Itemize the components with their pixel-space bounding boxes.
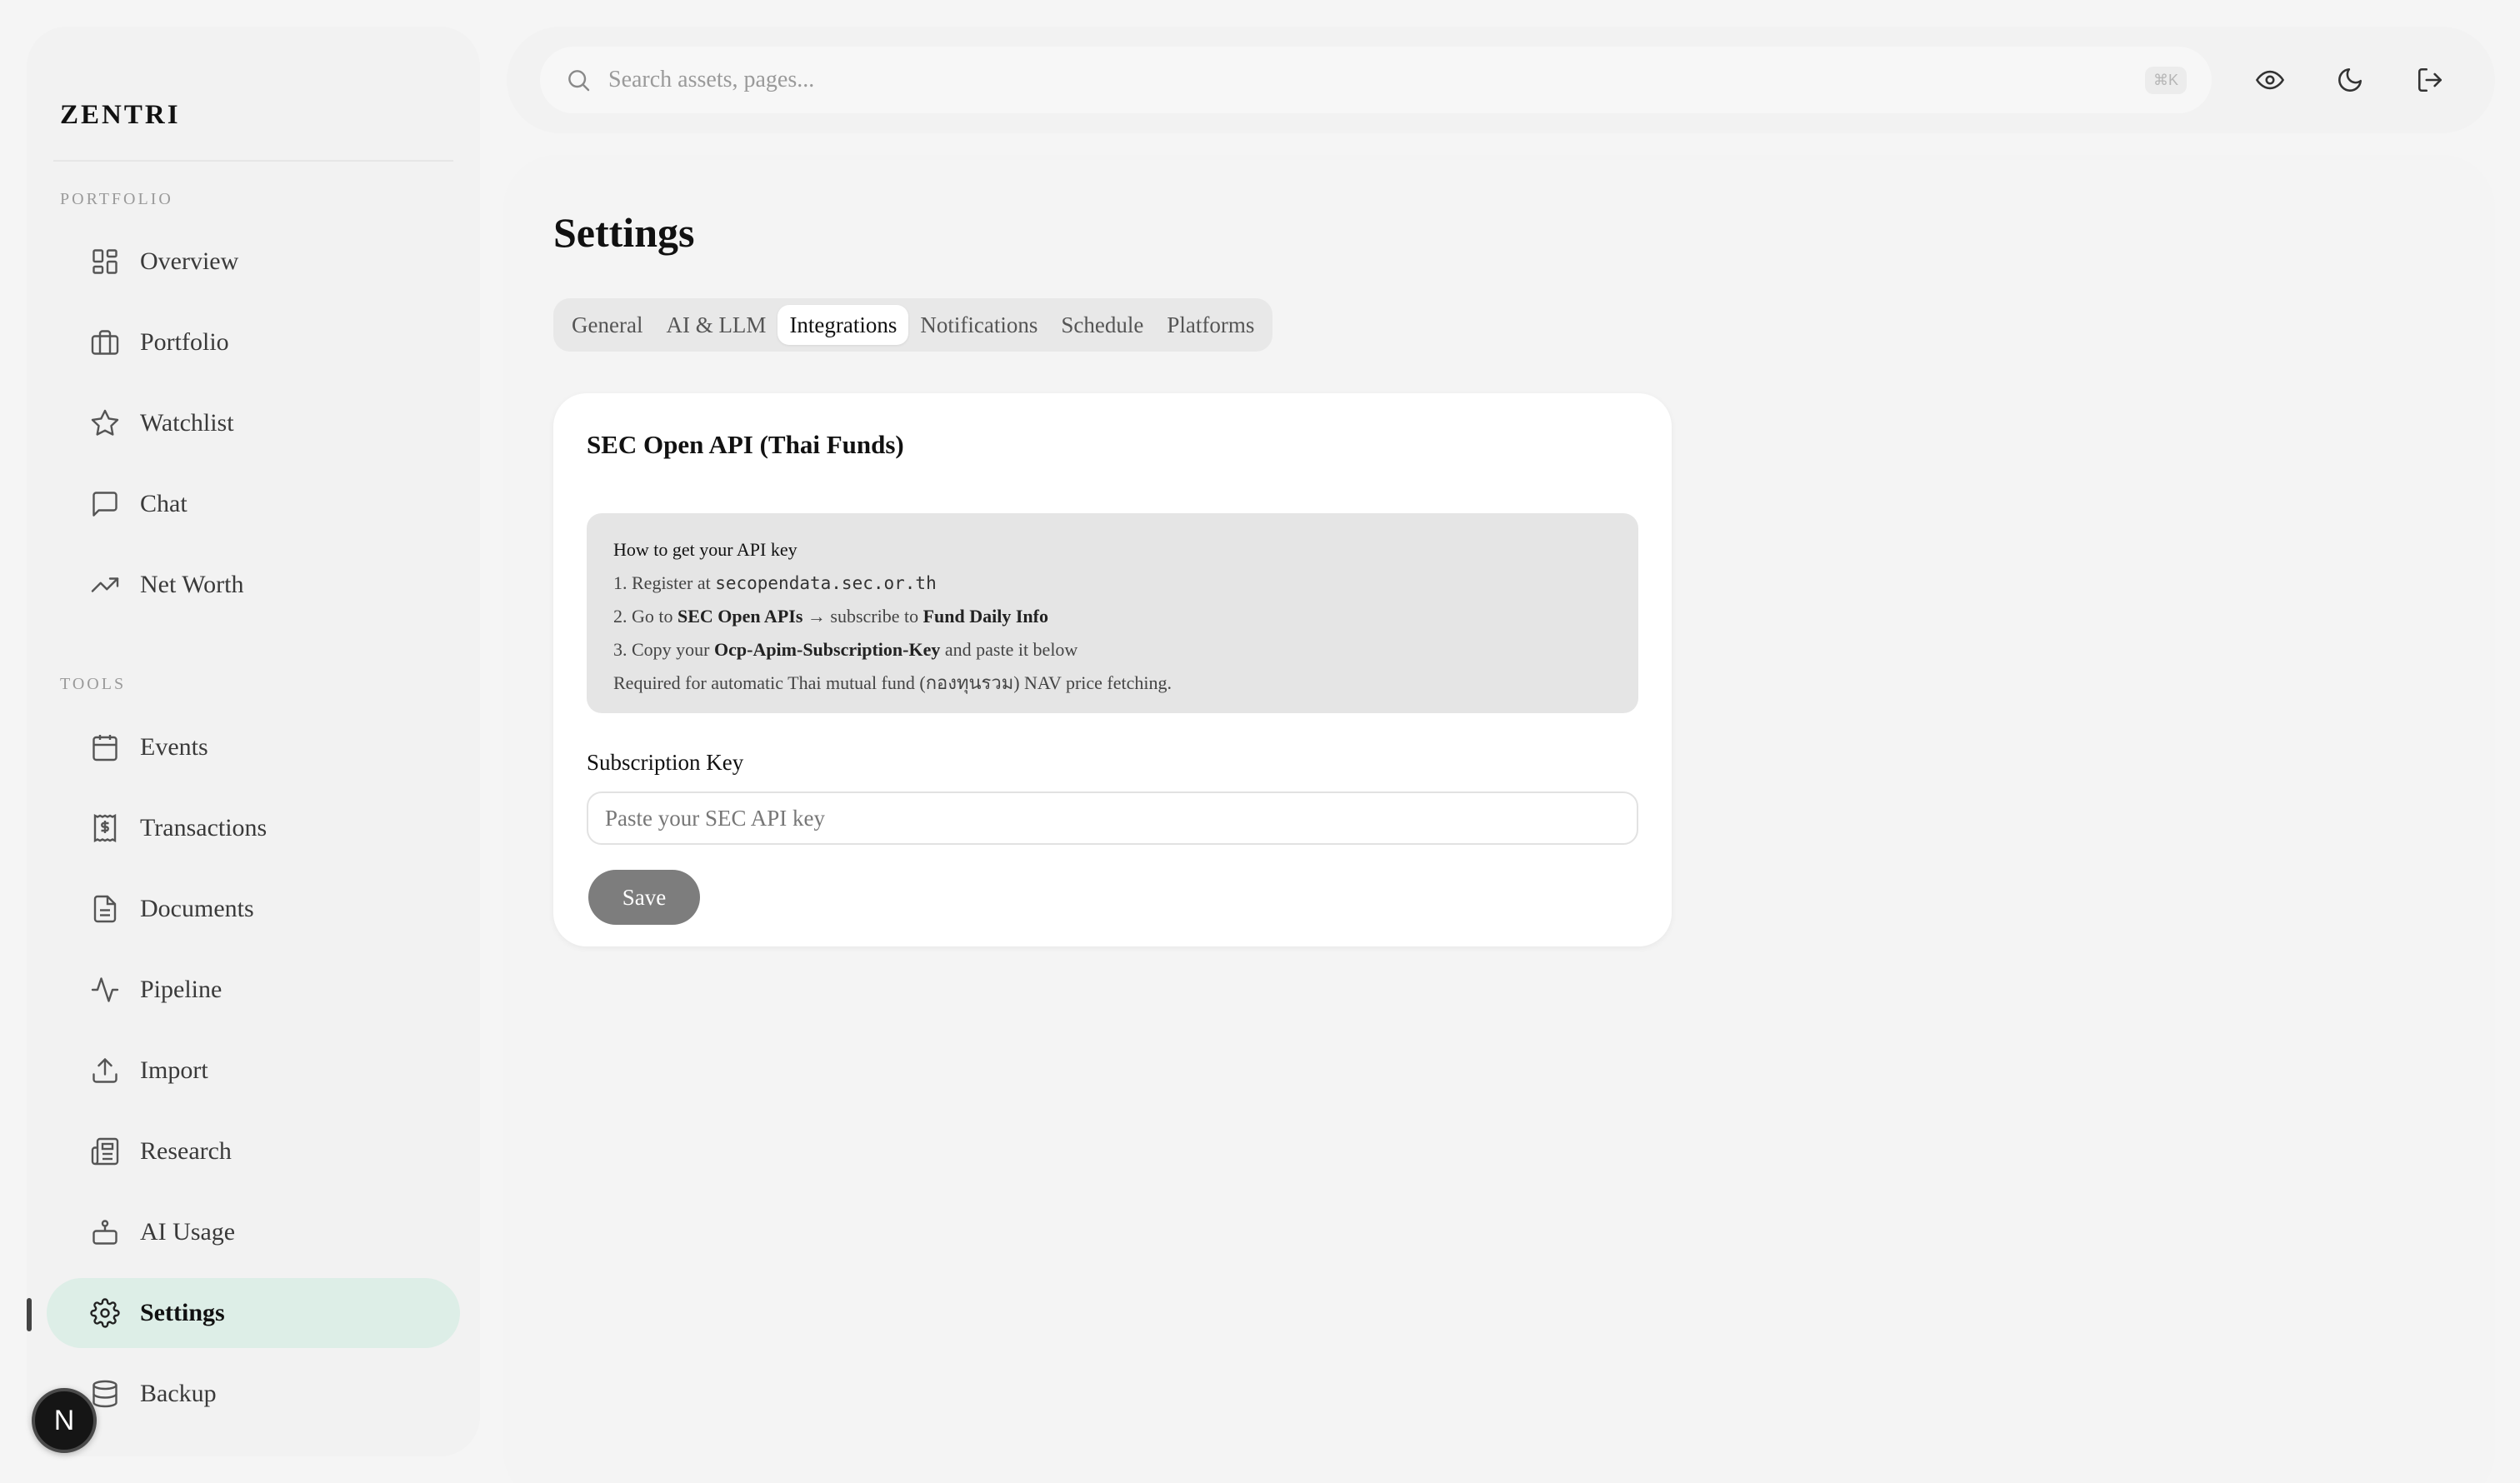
gear-icon <box>90 1298 120 1328</box>
grid-icon <box>92 249 118 274</box>
sidebar-item-label: Documents <box>140 895 254 922</box>
sidebar-item-portfolio[interactable]: Portfolio <box>47 307 460 377</box>
sidebar-divider <box>53 160 453 162</box>
moon-icon <box>2338 67 2362 92</box>
calendar-icon <box>92 735 118 761</box>
subscription-key-input[interactable] <box>587 791 1638 845</box>
search-input[interactable] <box>608 67 2145 93</box>
instructions-heading: How to get your API key <box>613 539 798 560</box>
sidebar-item-documents[interactable]: Documents <box>47 874 460 944</box>
page-title: Settings <box>553 209 695 256</box>
main-panel: Settings General AI & LLM Integrations N… <box>503 155 2495 1483</box>
sidebar-item-backup[interactable]: Backup <box>47 1359 460 1429</box>
toggle-theme-button[interactable] <box>2330 60 2370 100</box>
active-nav-indicator <box>27 1298 32 1331</box>
sidebar-item-label: Import <box>140 1056 208 1084</box>
document-icon <box>93 895 117 923</box>
sidebar-item-overview[interactable]: Overview <box>47 227 460 297</box>
bot-icon <box>92 1220 118 1245</box>
sidebar-item-label: AI Usage <box>140 1218 236 1246</box>
sidebar-item-events[interactable]: Events <box>47 712 460 782</box>
instruction-note: Required for automatic Thai mutual fund … <box>613 672 1172 693</box>
sidebar-item-label: Events <box>140 733 208 761</box>
sidebar-item-settings[interactable]: Settings <box>47 1278 460 1348</box>
database-icon <box>92 1380 118 1408</box>
tab-general[interactable]: General <box>560 305 654 345</box>
sidebar-item-import[interactable]: Import <box>47 1036 460 1106</box>
sidebar-item-label: Pipeline <box>140 976 222 1003</box>
avatar[interactable]: N <box>32 1388 97 1453</box>
toggle-privacy-button[interactable] <box>2250 60 2290 100</box>
tab-platforms[interactable]: Platforms <box>1155 305 1266 345</box>
section-label-portfolio: PORTFOLIO <box>60 190 173 208</box>
sidebar-item-label: Chat <box>140 490 188 517</box>
sidebar-item-net-worth[interactable]: Net Worth <box>47 550 460 620</box>
instruction-step-2: 2. Go to SEC Open APIs → subscribe to Fu… <box>613 606 1048 627</box>
sidebar-item-research[interactable]: Research <box>47 1116 460 1186</box>
search-shortcut-badge: ⌘K <box>2144 66 2187 94</box>
search-bar[interactable]: ⌘K <box>540 47 2212 113</box>
sidebar-item-label: Portfolio <box>140 328 229 356</box>
instruction-step-1: 1. Register at secopendata.sec.or.th <box>613 572 937 593</box>
trending-up-icon <box>91 577 119 592</box>
chat-icon <box>92 492 118 517</box>
tab-ai-llm[interactable]: AI & LLM <box>654 305 778 345</box>
tab-notifications[interactable]: Notifications <box>908 305 1049 345</box>
sidebar-item-watchlist[interactable]: Watchlist <box>47 388 460 458</box>
tab-integrations[interactable]: Integrations <box>778 305 909 345</box>
sidebar-item-label: Transactions <box>140 814 268 841</box>
brand-logo: ZENTRI <box>60 100 181 130</box>
sidebar: ZENTRI PORTFOLIO Overview Portfolio Watc… <box>27 27 480 1456</box>
sec-api-card: SEC Open API (Thai Funds) How to get you… <box>553 393 1672 946</box>
sidebar-item-label: Research <box>140 1137 232 1165</box>
upload-icon <box>92 1058 118 1083</box>
tab-schedule[interactable]: Schedule <box>1049 305 1155 345</box>
sec-url: secopendata.sec.or.th <box>715 573 937 593</box>
star-icon <box>91 409 119 436</box>
topbar: ⌘K <box>507 27 2495 133</box>
newspaper-icon <box>91 1137 119 1166</box>
sidebar-item-label: Watchlist <box>140 409 234 437</box>
briefcase-icon <box>91 330 119 355</box>
settings-tabs: General AI & LLM Integrations Notificati… <box>553 298 1273 352</box>
sidebar-item-ai-usage[interactable]: AI Usage <box>47 1197 460 1267</box>
eye-icon <box>2256 70 2284 90</box>
logout-button[interactable] <box>2410 60 2450 100</box>
activity-icon <box>91 977 119 1002</box>
sidebar-item-transactions[interactable]: Transactions <box>47 793 460 863</box>
sidebar-item-label: Backup <box>140 1380 217 1407</box>
logout-icon <box>2418 67 2442 92</box>
sidebar-item-label: Settings <box>140 1299 225 1326</box>
sidebar-item-label: Net Worth <box>140 571 244 598</box>
sidebar-item-chat[interactable]: Chat <box>47 469 460 539</box>
search-icon <box>568 70 590 92</box>
subscription-key-label: Subscription Key <box>587 750 744 775</box>
card-title: SEC Open API (Thai Funds) <box>587 430 904 459</box>
api-key-instructions: How to get your API key 1. Register at s… <box>587 513 1638 713</box>
section-label-tools: TOOLS <box>60 675 127 693</box>
sidebar-item-pipeline[interactable]: Pipeline <box>47 955 460 1025</box>
instruction-step-3: 3. Copy your Ocp-Apim-Subscription-Key a… <box>613 639 1078 660</box>
receipt-icon <box>93 814 117 842</box>
save-button[interactable]: Save <box>588 870 700 925</box>
sidebar-item-label: Overview <box>140 247 239 275</box>
